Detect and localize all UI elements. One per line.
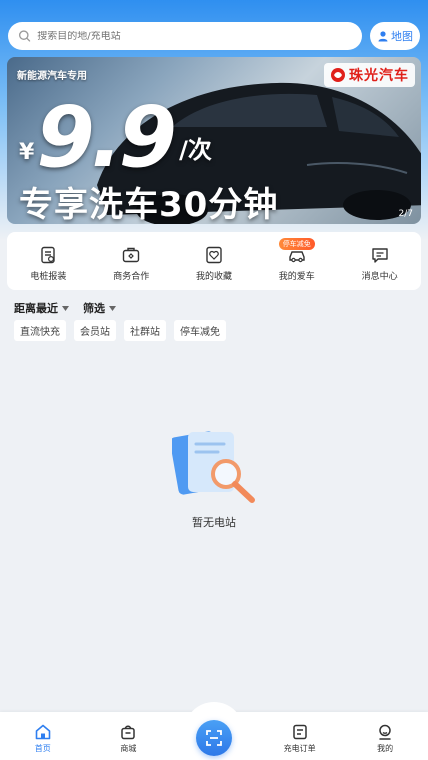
map-button[interactable]: 地图 <box>370 22 420 50</box>
search-icon <box>18 30 31 42</box>
caret-down-icon <box>62 305 69 311</box>
filter-dropdown[interactable]: 筛选 <box>83 300 116 316</box>
price-unit: /次 <box>179 136 212 164</box>
quick-item-label: 我的爱车 <box>278 271 315 282</box>
brand-logo-icon <box>331 68 345 82</box>
banner-title: 专享洗车30分钟 <box>19 185 279 224</box>
tab-home[interactable]: 首页 <box>0 712 86 760</box>
location-person-icon <box>378 31 388 42</box>
quick-item-business[interactable]: 商务合作 <box>90 232 173 290</box>
brand-logo: 珠光汽车 <box>324 63 415 87</box>
quick-item-my-car[interactable]: 停车减免 我的爱车 <box>255 232 338 290</box>
quick-item-label: 消息中心 <box>361 271 398 282</box>
tag-parking-discount[interactable]: 停车减免 <box>174 320 226 341</box>
quick-item-messages[interactable]: 消息中心 <box>338 232 421 290</box>
message-icon <box>371 247 388 263</box>
promo-banner[interactable]: 新能源汽车专用 珠光汽车 ¥ 9.9 /次 专享洗车30分钟 2/7 <box>7 57 421 224</box>
tag-community-station[interactable]: 社群站 <box>124 320 166 341</box>
tab-shop[interactable]: 商城 <box>86 712 172 760</box>
shop-icon <box>121 725 136 739</box>
filter-row: 距离最近 筛选 <box>14 300 130 316</box>
profile-icon <box>379 724 391 740</box>
tab-charging-orders[interactable]: 充电订单 <box>257 712 343 760</box>
scan-button[interactable] <box>196 720 232 756</box>
tab-label: 商城 <box>120 743 137 753</box>
tab-profile[interactable]: 我的 <box>342 712 428 760</box>
banner-tag: 新能源汽车专用 <box>17 71 87 82</box>
briefcase-icon <box>122 247 140 262</box>
quick-menu: 电桩报装 商务合作 我的收藏 停车减免 我的爱车 消息中心 <box>7 232 421 290</box>
price-row: ¥ 9.9 /次 <box>19 95 212 179</box>
report-icon <box>41 246 56 263</box>
home-icon <box>35 724 51 739</box>
brand-name: 珠光汽车 <box>349 68 409 84</box>
tab-label: 首页 <box>34 743 51 753</box>
tag-row: 直流快充 会员站 社群站 停车减免 <box>14 320 234 341</box>
search-box[interactable] <box>8 22 362 50</box>
search-row: 地图 <box>8 22 420 50</box>
sort-distance-dropdown[interactable]: 距离最近 <box>14 300 69 316</box>
empty-state-illustration <box>172 431 255 503</box>
tab-label: 充电订单 <box>283 743 316 753</box>
tab-label: 我的 <box>377 743 394 753</box>
order-icon <box>292 724 307 739</box>
banner-page-indicator: 2/7 <box>398 209 413 219</box>
quick-item-label: 电桩报装 <box>30 271 67 282</box>
quick-item-favorites[interactable]: 我的收藏 <box>173 232 256 290</box>
scan-icon <box>206 730 222 746</box>
filter-label: 距离最近 <box>14 302 58 315</box>
tag-dc-fast[interactable]: 直流快充 <box>14 320 66 341</box>
caret-down-icon <box>109 305 116 311</box>
price-value: 9.9 <box>36 88 177 186</box>
filter-label: 筛选 <box>83 302 105 315</box>
favorite-icon <box>206 246 222 263</box>
parking-discount-badge: 停车减免 <box>278 238 315 250</box>
tag-member-station[interactable]: 会员站 <box>74 320 116 341</box>
quick-item-label: 商务合作 <box>113 271 150 282</box>
map-button-label: 地图 <box>391 30 413 43</box>
empty-state-text: 暂无电站 <box>192 516 236 529</box>
price-currency: ¥ <box>19 140 35 165</box>
search-input[interactable] <box>37 30 362 42</box>
quick-item-label: 我的收藏 <box>195 271 232 282</box>
quick-item-charger-install[interactable]: 电桩报装 <box>7 232 90 290</box>
